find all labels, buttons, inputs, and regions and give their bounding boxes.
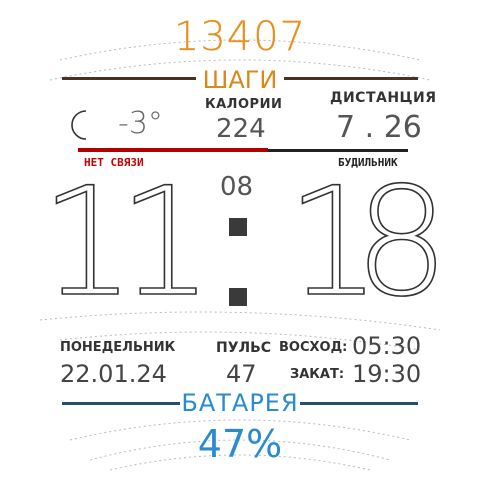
pulse-label: ПУЛЬС	[216, 340, 272, 356]
battery-value: 47%	[197, 422, 283, 466]
hour-digit-2: 1	[117, 156, 214, 330]
calories-label: КАЛОРИИ	[205, 97, 283, 112]
alarm-bar	[268, 149, 408, 152]
sunrise-label: ВОСХОД:	[279, 340, 348, 355]
date-value: 22.01.24	[60, 360, 167, 388]
temperature: -3°	[118, 106, 163, 141]
pulse-value: 47	[226, 360, 257, 388]
minute-digit-2: 8	[353, 156, 450, 330]
seconds-value: 08	[220, 172, 254, 202]
colon-dot-bottom	[229, 288, 247, 306]
weekday: ПОНЕДЕЛЬНИК	[60, 340, 176, 355]
no-connection-bar	[78, 148, 268, 152]
distance-label: ДИСТАНЦИЯ	[330, 90, 437, 106]
sunrise-value: 05:30	[352, 332, 422, 360]
colon-dot-top	[229, 218, 247, 236]
steps-value: 13407	[173, 14, 307, 60]
moon-icon	[71, 110, 87, 140]
sunset-label: ЗАКАТ:	[290, 367, 345, 382]
distance-value: 7 . 26	[336, 110, 422, 145]
calories-value: 224	[216, 114, 266, 144]
sunset-value: 19:30	[352, 360, 422, 388]
battery-label: БАТАРЕЯ	[181, 389, 299, 417]
